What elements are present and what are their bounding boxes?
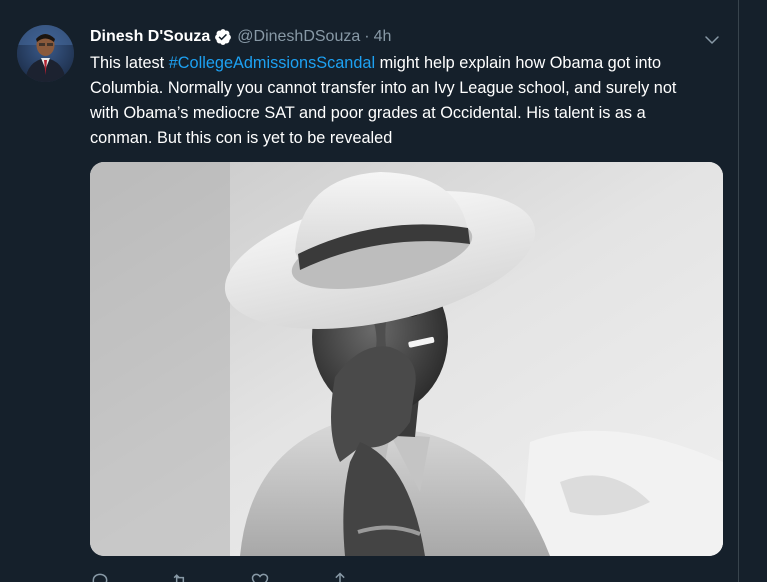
reply-icon: [90, 571, 110, 582]
chevron-down-icon[interactable]: [703, 31, 721, 49]
like-button[interactable]: [250, 572, 270, 582]
retweet-icon: [170, 571, 190, 582]
avatar[interactable]: [17, 25, 74, 82]
timeline-divider: [738, 0, 739, 582]
tweet-actions: [90, 571, 490, 582]
author-handle[interactable]: @DineshDSouza: [237, 28, 360, 46]
tweet-text-line-4: conman. But this con is yet to be reveal…: [90, 129, 393, 147]
tweet-text-line-2: Columbia. Normally you cannot transfer i…: [90, 79, 677, 97]
tweet-text-line-3: with Obama’s mediocre SAT and poor grade…: [90, 104, 646, 122]
reply-button[interactable]: [90, 572, 110, 582]
tweet-view: Dinesh D'Souza @DineshDSouza · 4h This l…: [0, 0, 767, 582]
hashtag-link[interactable]: #CollegeAdmissionsScandal: [169, 54, 375, 72]
retweet-button[interactable]: [170, 572, 190, 582]
heart-icon: [250, 571, 270, 582]
separator: ·: [364, 28, 370, 45]
tweet-text-segment: might help explain how Obama got into: [375, 54, 662, 72]
share-icon: [330, 571, 350, 582]
tweet-text-line-1: This latest #CollegeAdmissionsScandal mi…: [90, 51, 726, 76]
timestamp[interactable]: 4h: [374, 28, 392, 46]
tweet-photo[interactable]: [90, 162, 723, 556]
tweet-text-segment: This latest: [90, 54, 169, 72]
share-button[interactable]: [330, 571, 350, 582]
tweet-text: This latest #CollegeAdmissionsScandal mi…: [90, 51, 726, 151]
tweet-header: Dinesh D'Souza @DineshDSouza · 4h: [90, 26, 391, 48]
verified-badge-icon: [214, 28, 232, 46]
author-name[interactable]: Dinesh D'Souza: [90, 28, 210, 46]
